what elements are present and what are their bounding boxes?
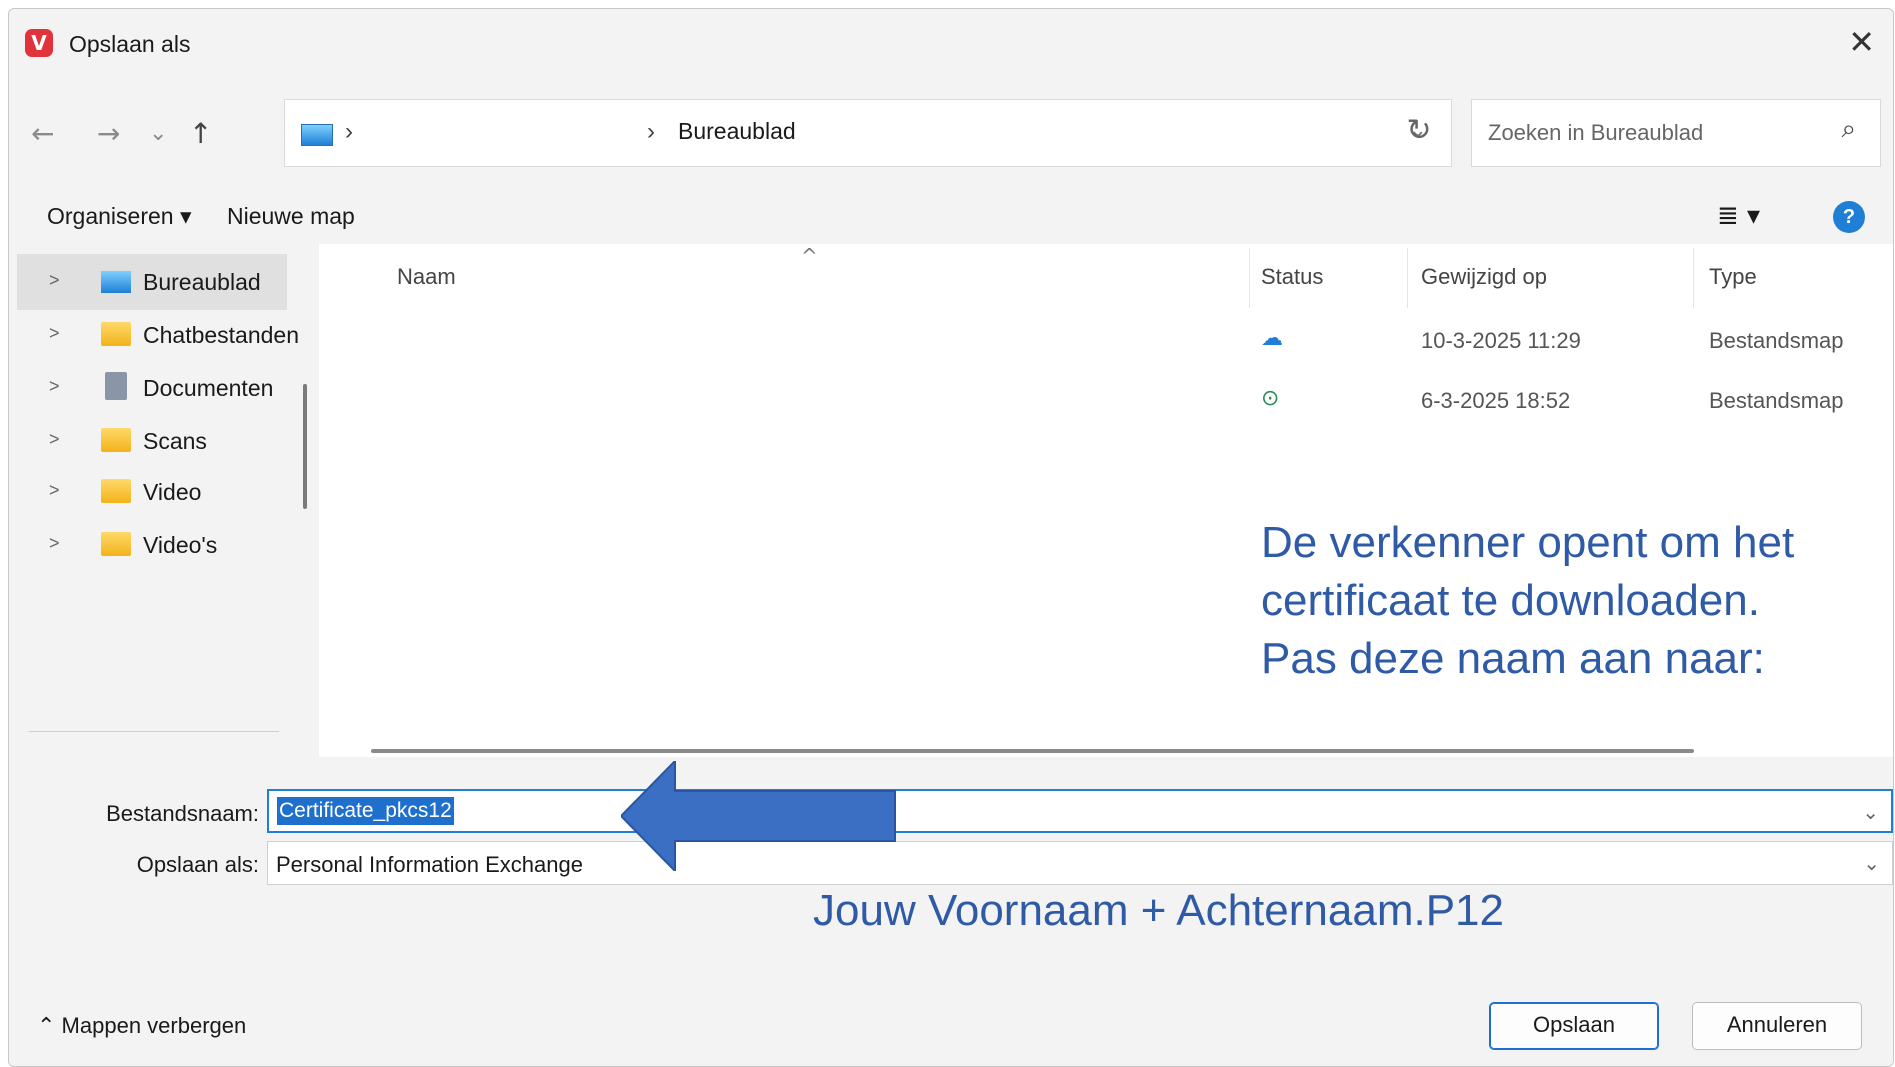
sidebar-item-label: Documenten (143, 375, 274, 401)
expand-chevron-icon[interactable]: > (49, 480, 60, 501)
sidebar-item-label: Scans (143, 428, 207, 454)
up-arrow-icon[interactable]: ↑ (189, 117, 212, 150)
expand-chevron-icon[interactable]: > (49, 270, 60, 291)
sidebar-item-label: Chatbestanden (143, 322, 300, 348)
title-bar: V Opslaan als ✕ (9, 9, 1893, 69)
hide-folders-button[interactable]: ⌃ Mappen verbergen (37, 1013, 246, 1039)
sidebar-item-label: Video's (143, 532, 218, 558)
column-divider[interactable] (1693, 248, 1694, 308)
filename-hint: Jouw Voornaam + Achternaam.P12 (813, 886, 1504, 935)
documents-icon (105, 372, 127, 400)
folder-icon (101, 479, 131, 503)
sidebar-divider (29, 731, 279, 732)
folder-icon (101, 532, 131, 556)
column-divider[interactable] (1407, 248, 1408, 308)
sidebar-item-scans[interactable]: > Scans (17, 413, 287, 469)
sidebar-item-chatbestanden[interactable]: > Chatbestanden (17, 307, 299, 363)
chevron-down-icon[interactable]: ⌄ (1863, 851, 1880, 875)
window-title: Opslaan als (69, 31, 191, 57)
close-button[interactable]: ✕ (1848, 23, 1875, 61)
desktop-icon (101, 271, 131, 293)
help-icon[interactable]: ? (1833, 201, 1865, 233)
back-arrow-icon[interactable]: ← (31, 117, 54, 150)
save-as-type-label: Opslaan als: (136, 852, 259, 877)
refresh-icon[interactable]: ↻ (1389, 101, 1449, 161)
folder-icon (101, 322, 131, 346)
item-type: Bestandsmap (1709, 388, 1844, 413)
navigation-pane: > Bureaublad > Chatbestanden > Documente… (9, 244, 299, 754)
cloud-icon: ☁ (1261, 326, 1283, 351)
column-header-type[interactable]: Type (1709, 264, 1757, 290)
navigation-bar: ← → ⌄ ↑ › › Bureaublad ⌄ ↻ ⌕ (9, 89, 1893, 169)
cancel-button[interactable]: Annuleren (1692, 1002, 1862, 1050)
modified-date: 10-3-2025 11:29 (1421, 328, 1581, 353)
search-input[interactable] (1486, 116, 1820, 150)
sidebar-item-label: Bureaublad (143, 269, 261, 295)
folder-icon (101, 428, 131, 452)
annotation-line: Pas deze naam aan naar: (1261, 634, 1765, 683)
sidebar-item-documenten[interactable]: > Documenten (17, 360, 287, 416)
breadcrumb-separator: › (647, 118, 655, 145)
file-type-select[interactable]: Personal Information Exchange ⌄ (267, 841, 1893, 885)
chevron-down-icon[interactable]: ⌄ (1862, 800, 1879, 824)
search-icon[interactable]: ⌕ (1841, 114, 1856, 145)
file-type-value: Personal Information Exchange (276, 852, 583, 877)
command-bar: Organiseren ▾ Nieuwe map ≣ ▾ ? (9, 189, 1893, 245)
address-bar[interactable]: › › Bureaublad ⌄ (284, 99, 1452, 167)
view-options-icon[interactable]: ≣ ▾ (1717, 201, 1760, 231)
breadcrumb-location[interactable]: Bureaublad (678, 118, 796, 145)
recent-locations-chevron-icon[interactable]: ⌄ (149, 121, 167, 146)
expand-chevron-icon[interactable]: > (49, 323, 60, 344)
search-box[interactable]: ⌕ (1471, 99, 1881, 167)
sidebar-item-bureaublad[interactable]: > Bureaublad (17, 254, 287, 310)
desktop-icon (301, 124, 333, 146)
pointer-arrow-icon (621, 761, 896, 871)
organize-menu-button[interactable]: Organiseren ▾ (47, 203, 192, 230)
save-as-dialog: V Opslaan als ✕ ← → ⌄ ↑ › › Bureaublad ⌄… (8, 8, 1894, 1067)
filename-label: Bestandsnaam: (106, 801, 259, 826)
annotation-line: De verkenner opent om het (1261, 518, 1795, 567)
filename-input[interactable]: Certificate_pkcs12 (277, 797, 454, 825)
check-circle-icon: ⊙ (1261, 386, 1280, 411)
new-folder-button[interactable]: Nieuwe map (227, 203, 355, 230)
sidebar-item-label: Video (143, 479, 202, 505)
expand-chevron-icon[interactable]: > (49, 429, 60, 450)
forward-arrow-icon[interactable]: → (97, 117, 120, 150)
sidebar-scrollbar[interactable] (303, 384, 307, 509)
instruction-annotation: De verkenner opent om het certificaat te… (1261, 514, 1861, 688)
horizontal-scrollbar[interactable] (371, 749, 1694, 753)
breadcrumb-separator[interactable]: › (345, 118, 353, 146)
column-header-modified[interactable]: Gewijzigd op (1421, 264, 1547, 290)
dialog-footer: ⌃ Mappen verbergen Opslaan Annuleren (9, 969, 1893, 1066)
expand-chevron-icon[interactable]: > (49, 533, 60, 554)
sort-ascending-icon: ^ (801, 244, 818, 268)
annotation-line: certificaat te downloaden. (1261, 576, 1760, 625)
save-button[interactable]: Opslaan (1489, 1002, 1659, 1050)
expand-chevron-icon[interactable]: > (49, 376, 60, 397)
item-type: Bestandsmap (1709, 328, 1844, 353)
filename-field[interactable]: Certificate_pkcs12 ⌄ (267, 789, 1893, 833)
column-header-name[interactable]: Naam (397, 264, 456, 290)
column-header-status[interactable]: Status (1261, 264, 1323, 290)
sidebar-item-video[interactable]: > Video (17, 464, 287, 520)
vivaldi-app-icon: V (25, 29, 53, 57)
modified-date: 6-3-2025 18:52 (1421, 388, 1571, 413)
column-divider[interactable] (1249, 248, 1250, 308)
sidebar-item-videos[interactable]: > Video's (17, 517, 287, 573)
